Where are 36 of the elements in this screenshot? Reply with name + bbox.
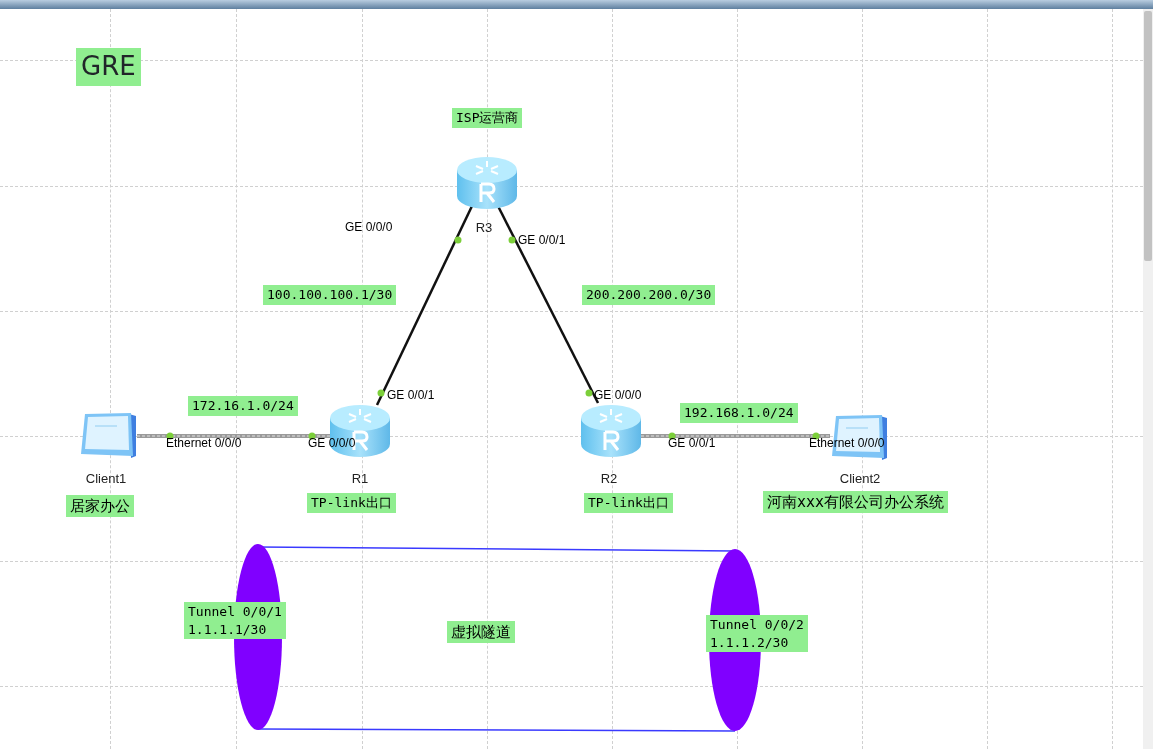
note-label: 172.16.1.0/24: [188, 396, 298, 416]
device-label: Client2: [839, 472, 881, 485]
port-dot: [166, 432, 174, 440]
port-label: GE 0/0/1: [387, 389, 435, 401]
port-label: GE 0/0/0: [308, 437, 356, 449]
port-label: GE 0/0/0: [345, 221, 393, 233]
port-dot: [308, 432, 316, 440]
port-dot: [812, 432, 820, 440]
device-label: R3: [475, 221, 493, 234]
port-label: GE 0/0/0: [594, 389, 642, 401]
port-dot: [377, 389, 385, 397]
diagram-title: GRE: [76, 48, 141, 86]
note-label: TP-link出口: [584, 493, 673, 513]
port-dot: [668, 432, 676, 440]
note-label: 河南xxx有限公司办公系统: [763, 491, 949, 514]
note-label: 200.200.200.0/30: [582, 285, 716, 305]
router-icon[interactable]: [329, 404, 391, 458]
tunnel-label: Tunnel 0/0/1 1.1.1.1/30: [184, 602, 286, 640]
note-label: TP-link出口: [307, 493, 396, 513]
device-label: Client1: [85, 472, 127, 485]
port-label: Ethernet 0/0/0: [166, 437, 242, 449]
note-label: 居家办公: [66, 495, 134, 518]
note-label: 100.100.100.1/30: [263, 285, 397, 305]
port-label: GE 0/0/1: [518, 234, 566, 246]
port-dot: [508, 236, 516, 244]
note-label: ISP运营商: [452, 108, 523, 128]
note-label: 192.168.1.0/24: [680, 403, 798, 423]
tunnel-label: Tunnel 0/0/2 1.1.1.2/30: [706, 615, 808, 653]
port-label: GE 0/0/1: [668, 437, 716, 449]
device-label: R2: [600, 472, 618, 485]
port-dot: [585, 389, 593, 397]
port-dot: [454, 236, 462, 244]
device-label: R1: [351, 472, 369, 485]
tunnel-caption: 虚拟隧道: [447, 621, 515, 644]
scrollbar[interactable]: [1143, 9, 1153, 749]
port-label: Ethernet 0/0/0: [809, 437, 885, 449]
